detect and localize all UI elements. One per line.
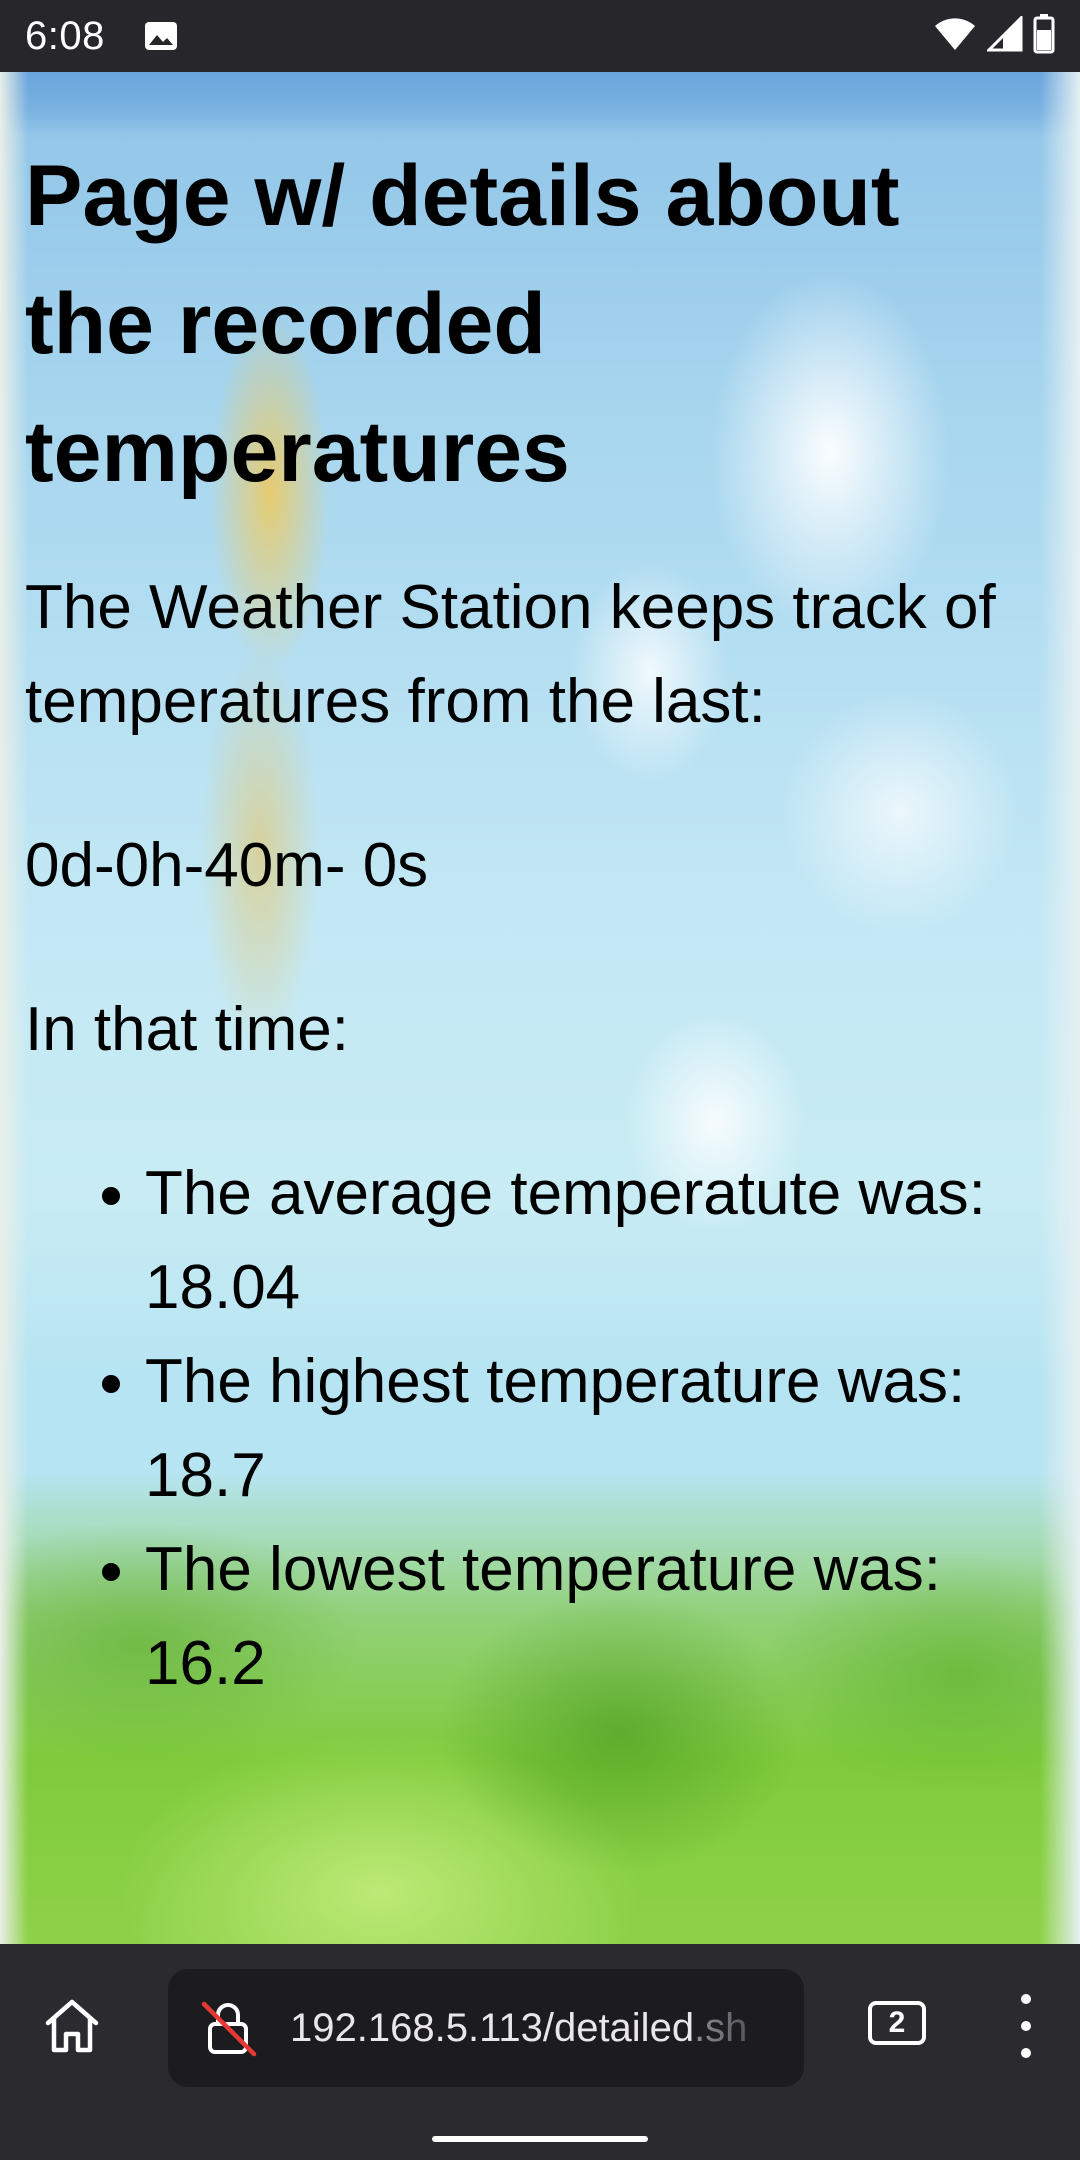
background-sky-strip — [0, 72, 1080, 136]
page-body: Page w/ details about the recorded tempe… — [25, 132, 1045, 1711]
background-edge-right — [1040, 72, 1080, 1944]
menu-dot-icon — [1021, 2048, 1031, 2058]
menu-dot-icon — [1021, 2021, 1031, 2031]
status-icons — [933, 13, 1055, 59]
home-icon — [45, 1999, 99, 2053]
elapsed-time: 0d-0h-40m- 0s — [25, 831, 429, 900]
wifi-icon — [933, 16, 977, 57]
lowest-temperature-item: The lowest temperature was: 16.2 — [145, 1523, 1045, 1711]
gesture-navigation-bar[interactable] — [432, 2136, 648, 2142]
tab-count: 2 — [888, 2006, 906, 2039]
highest-temperature-item: The highest temperature was: 18.7 — [145, 1335, 1045, 1523]
gallery-icon — [143, 20, 179, 52]
signal-icon — [985, 13, 1023, 57]
in-that-time-text: In that time: — [25, 995, 349, 1064]
home-button[interactable] — [40, 1994, 104, 2058]
web-content[interactable]: Page w/ details about the recorded tempe… — [0, 72, 1080, 1944]
intro-text: The Weather Station keeps track of tempe… — [25, 573, 996, 736]
background-edge-left — [0, 72, 28, 1944]
battery-icon — [1033, 13, 1055, 59]
average-temperature-item: The average temperatute was: 18.04 — [145, 1147, 1045, 1335]
url-rest: .sh — [694, 2005, 748, 2050]
screen: 6:08 Page w/ details about the recorded … — [0, 0, 1080, 2160]
url-host: 192.168.5.113/detailed — [290, 2005, 695, 2050]
browser-toolbar: 192.168.5.113/detailed.sh 2 — [0, 1944, 1080, 2160]
insecure-lock-icon[interactable] — [200, 1998, 260, 2058]
page-title: Page w/ details about the recorded tempe… — [25, 148, 900, 500]
url-text[interactable]: 192.168.5.113/detailed.sh — [290, 2006, 804, 2051]
menu-dot-icon — [1021, 1994, 1031, 2004]
status-time: 6:08 — [25, 13, 105, 58]
status-bar: 6:08 — [0, 0, 1080, 72]
overflow-menu-button[interactable] — [1004, 1994, 1048, 2058]
tab-switcher-button[interactable]: 2 — [868, 2001, 926, 2045]
temperature-stats-list: The average temperatute was: 18.04 The h… — [25, 1147, 1045, 1711]
address-bar[interactable]: 192.168.5.113/detailed.sh — [168, 1969, 804, 2087]
